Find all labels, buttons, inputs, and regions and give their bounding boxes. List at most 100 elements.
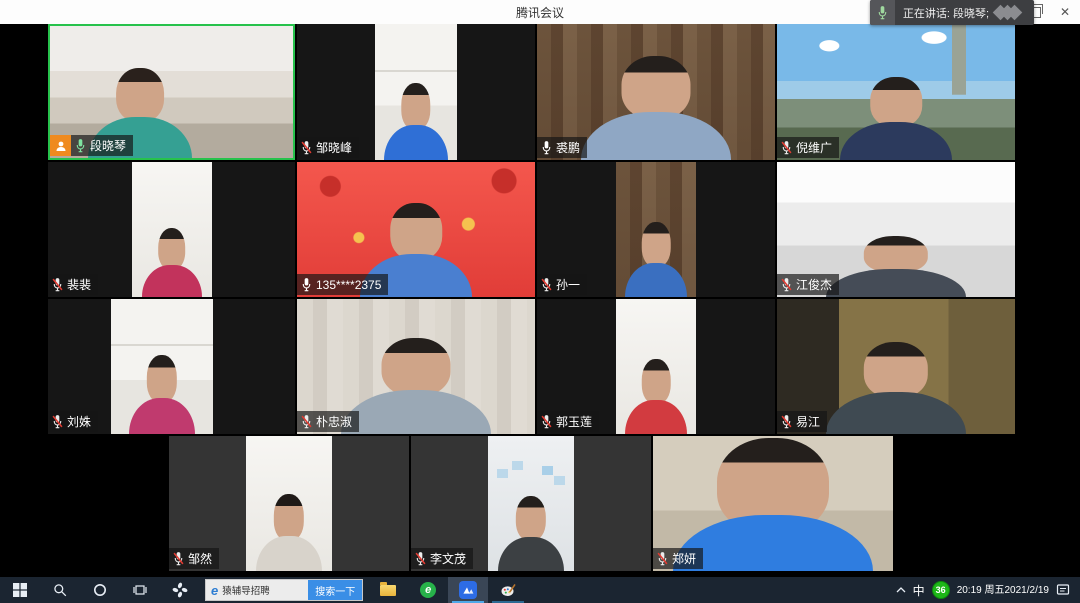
mic-muted-icon (781, 277, 792, 292)
person-silhouette (826, 338, 966, 434)
video-tile[interactable]: 135****2375 (297, 162, 535, 297)
person-silhouette (625, 356, 687, 434)
participant-name: 易江 (796, 413, 820, 430)
window-title: 腾讯会议 (516, 4, 564, 21)
video-tile[interactable]: 裴裴 (48, 162, 295, 297)
taskbar-search-button[interactable] (40, 577, 80, 603)
video-tile[interactable]: 裘鹏 (537, 24, 775, 160)
search-query-text[interactable]: 猿辅导招聘 (218, 583, 308, 597)
mic-on-icon (301, 277, 312, 292)
participant-name: 郑妍 (672, 550, 696, 567)
speaking-toast-text: 正在讲话: 段晓琴; (903, 5, 989, 21)
participant-label: 李文茂 (411, 548, 473, 569)
participant-label: 朴忠淑 (297, 411, 359, 432)
host-badge-icon (50, 135, 71, 156)
mic-muted-icon (541, 277, 552, 292)
participant-label: 郑妍 (653, 548, 703, 569)
participant-name: 孙一 (556, 276, 580, 293)
video-feed (246, 436, 332, 571)
tencent-meeting-icon (459, 581, 477, 599)
internet-explorer-icon: e (206, 583, 218, 598)
video-feed (132, 162, 212, 297)
video-feed (375, 24, 457, 160)
participant-label: 易江 (777, 411, 827, 432)
mic-muted-icon (173, 551, 184, 566)
mic-muted-icon (52, 414, 63, 429)
mic-muted-icon (415, 551, 426, 566)
video-tile[interactable]: 孙一 (537, 162, 775, 297)
mic-muted-icon (657, 551, 668, 566)
video-tile[interactable]: 江俊杰 (777, 162, 1015, 297)
mic-muted-icon (541, 414, 552, 429)
participant-name: 李文茂 (430, 550, 466, 567)
person-silhouette (826, 233, 966, 297)
file-explorer-icon (380, 585, 396, 596)
video-tile[interactable]: 易江 (777, 299, 1015, 434)
participant-name: 郭玉莲 (556, 413, 592, 430)
video-tile[interactable]: 段晓琴 (48, 24, 295, 160)
participant-label: 郭玉莲 (537, 411, 599, 432)
microphone-icon (870, 0, 895, 25)
taskbar-search-box[interactable]: e 猿辅导招聘 搜索一下 (205, 579, 363, 601)
video-tile[interactable]: 邹晓峰 (297, 24, 535, 160)
participant-name: 江俊杰 (796, 276, 832, 293)
browser-360-icon: e (420, 582, 436, 598)
mic-muted-icon (301, 414, 312, 429)
video-tile[interactable]: 邹然 (169, 436, 409, 571)
windows-start-icon (13, 583, 27, 597)
unread-badge-button[interactable]: 36 (932, 577, 950, 603)
browser-360-button[interactable]: e (408, 577, 448, 603)
mic-on-icon (75, 138, 86, 153)
participant-name: 裴裴 (67, 276, 91, 293)
ime-indicator[interactable]: 中 (913, 577, 925, 603)
participant-label: 刘姝 (48, 411, 98, 432)
participant-label: 段晓琴 (50, 135, 133, 156)
cortana-button[interactable] (80, 577, 120, 603)
mic-muted-icon (781, 414, 792, 429)
participant-label: 裴裴 (48, 274, 98, 295)
paint-button[interactable] (488, 577, 528, 603)
search-submit-button[interactable]: 搜索一下 (308, 580, 362, 600)
participant-name: 朴忠淑 (316, 413, 352, 430)
participant-label: 孙一 (537, 274, 587, 295)
participant-label: 裘鹏 (537, 137, 587, 158)
tencent-meeting-button[interactable] (448, 577, 488, 603)
censored-names (999, 7, 1020, 18)
person-silhouette (498, 493, 564, 571)
close-window-button[interactable]: ✕ (1050, 0, 1080, 24)
file-explorer-button[interactable] (368, 577, 408, 603)
search-icon (53, 583, 67, 597)
person-silhouette (129, 352, 195, 434)
mic-muted-icon (301, 140, 312, 155)
video-tile[interactable]: 刘姝 (48, 299, 295, 434)
task-view-icon (133, 583, 147, 597)
participant-name: 135****2375 (316, 278, 381, 292)
person-silhouette (384, 80, 448, 160)
person-silhouette (142, 225, 202, 297)
task-view-button[interactable] (120, 577, 160, 603)
mic-on-icon (541, 140, 552, 155)
participant-name: 裘鹏 (556, 139, 580, 156)
person-silhouette (840, 74, 952, 160)
video-tile[interactable]: 朴忠淑 (297, 299, 535, 434)
person-silhouette (341, 334, 491, 434)
video-tile[interactable]: 郭玉莲 (537, 299, 775, 434)
participant-name: 邹晓峰 (316, 139, 352, 156)
pinwheel-app-button[interactable] (160, 577, 200, 603)
video-tile[interactable]: 倪维广 (777, 24, 1015, 160)
unread-badge: 36 (932, 581, 950, 599)
video-tile[interactable]: 李文茂 (411, 436, 651, 571)
start-button[interactable] (0, 577, 40, 603)
participant-name: 刘姝 (67, 413, 91, 430)
speaking-toast: 正在讲话: 段晓琴; (870, 0, 1034, 25)
person-silhouette (256, 491, 322, 571)
tray-expand-button[interactable] (896, 577, 906, 603)
person-silhouette (581, 52, 731, 160)
participant-name: 倪维广 (796, 139, 832, 156)
system-tray: 中 36 20:19 周五 2021/2/19 (896, 577, 1080, 603)
action-center-button[interactable] (1056, 577, 1070, 603)
taskbar-clock[interactable]: 20:19 周五 2021/2/19 (957, 577, 1049, 603)
participant-label: 邹然 (169, 548, 219, 569)
mic-muted-icon (52, 277, 63, 292)
video-tile[interactable]: 郑妍 (653, 436, 893, 571)
